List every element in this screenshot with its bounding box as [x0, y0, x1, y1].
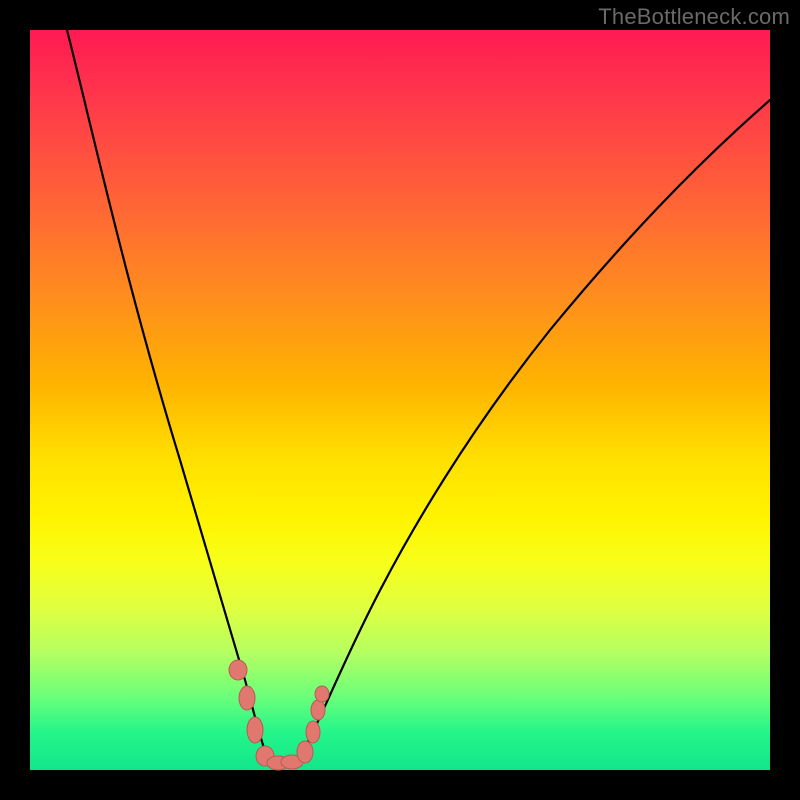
marker-dot — [311, 700, 325, 720]
watermark-text: TheBottleneck.com — [598, 4, 790, 30]
bottleneck-curve — [67, 30, 770, 766]
marker-dot — [247, 717, 263, 743]
chart-stage: TheBottleneck.com — [0, 0, 800, 800]
marker-dot — [297, 741, 313, 763]
plot-area — [30, 30, 770, 770]
marker-group — [229, 660, 329, 770]
marker-dot — [315, 686, 329, 702]
marker-dot — [306, 721, 320, 743]
marker-dot — [229, 660, 247, 680]
marker-dot — [239, 686, 255, 710]
curve-layer — [30, 30, 770, 770]
